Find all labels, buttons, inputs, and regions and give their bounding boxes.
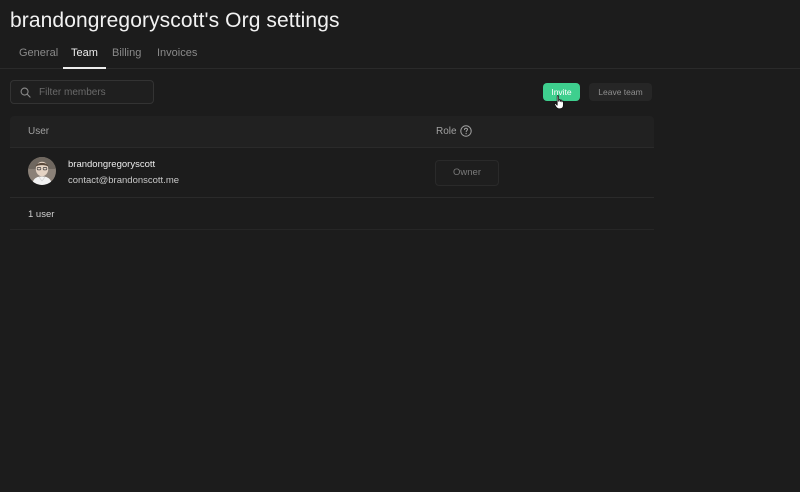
table-footer: 1 user [10,199,654,230]
filter-members-field[interactable] [10,80,154,104]
avatar [28,157,56,185]
role-select[interactable]: Owner [435,160,499,186]
org-settings-page: brandongregoryscott's Org settings Gener… [0,0,800,492]
tab-billing[interactable]: Billing [112,47,141,69]
tab-team[interactable]: Team [63,47,106,69]
table-row: brandongregoryscott contact@brandonscott… [10,149,654,198]
table-header: User Role [10,116,654,148]
member-email: contact@brandonscott.me [68,175,180,186]
tab-invoices[interactable]: Invoices [157,47,197,69]
members-table: User Role brandongregoryscott contact@br… [10,116,654,230]
column-header-user: User [28,126,50,137]
column-header-role: Role [436,126,457,137]
search-icon [20,87,31,98]
help-circle-icon[interactable] [460,125,472,137]
member-count: 1 user [28,209,55,220]
filter-members-input[interactable] [39,84,149,100]
settings-tabs: General Team Billing Invoices [0,44,800,69]
tab-general[interactable]: General [19,47,58,69]
member-name: brandongregoryscott [68,159,156,170]
hand-pointer-icon [554,95,564,110]
page-title: brandongregoryscott's Org settings [10,9,340,32]
leave-team-button[interactable]: Leave team [589,83,652,101]
